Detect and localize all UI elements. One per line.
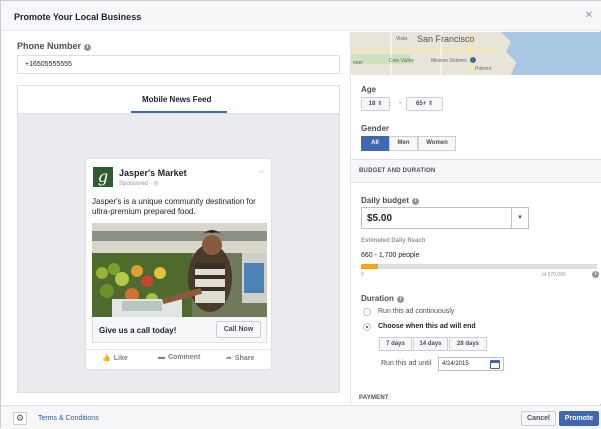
gender-all-button[interactable]: All xyxy=(361,136,389,151)
reach-bar-fill xyxy=(361,264,378,269)
cancel-button[interactable]: Cancel xyxy=(521,411,556,426)
globe-icon: ◎ xyxy=(153,181,159,187)
tab-mobile-news-feed[interactable]: Mobile News Feed xyxy=(142,95,211,104)
updown-icon: ⇕ xyxy=(427,101,433,107)
phone-number-input[interactable]: +16505555555 xyxy=(17,55,340,74)
run-until-label: Run this ad until xyxy=(381,360,432,367)
age-max-value: 65+ xyxy=(416,101,427,107)
terms-link[interactable]: Terms & Conditions xyxy=(38,415,99,422)
reach-min: 0 xyxy=(361,272,364,278)
gender-label: Gender xyxy=(361,124,390,133)
gear-icon[interactable]: ⚙ xyxy=(13,412,27,425)
duration-label: Duration i xyxy=(361,294,404,303)
age-range-dash: - xyxy=(399,100,402,107)
map-label-vista: Vista xyxy=(396,36,407,42)
comment-label: Comment xyxy=(168,354,201,361)
cta-text: Give us a call today! xyxy=(99,326,177,335)
ad-card: g Jasper's Market Sponsored · ◎ ⌵ Jasper… xyxy=(85,158,272,370)
estimated-reach-value: 660 - 1,700 people xyxy=(361,252,420,259)
dialog-title: Promote Your Local Business xyxy=(14,12,142,22)
sponsored-text: Sponsored · xyxy=(119,181,154,187)
map-label-city: San Francisco xyxy=(417,34,475,44)
reach-bar xyxy=(361,264,597,269)
days-7-button[interactable]: 7 days xyxy=(379,337,412,351)
ad-photo xyxy=(92,223,267,317)
info-icon[interactable]: i xyxy=(396,296,404,303)
age-max-select[interactable]: 65+ ⇕ xyxy=(406,97,443,111)
daily-budget-label-text: Daily budget xyxy=(361,196,410,205)
budget-section-title: BUDGET AND DURATION xyxy=(359,168,436,174)
info-icon[interactable]: i xyxy=(84,44,92,51)
active-tab-indicator xyxy=(131,111,227,113)
daily-budget-label: Daily budget i xyxy=(361,196,420,205)
map-label-cole-valley: Cole Valley xyxy=(389,58,414,64)
choose-end-radio[interactable] xyxy=(363,323,371,331)
days-14-button[interactable]: 14 days xyxy=(413,337,448,351)
ad-preview: Mobile News Feed g Jasper's Market Spons… xyxy=(17,85,340,393)
chevron-down-icon[interactable]: ⌵ xyxy=(259,168,264,176)
payment-section-header: PAYMENT xyxy=(359,395,389,401)
promote-button[interactable]: Promote xyxy=(559,411,599,426)
run-continuously-label[interactable]: Run this ad continuously xyxy=(378,308,454,315)
location-map[interactable]: Vista San Francisco Cole Valley Mission … xyxy=(351,32,601,75)
choose-end-label[interactable]: Choose when this ad will end xyxy=(378,323,476,330)
info-icon[interactable]: i xyxy=(412,198,420,205)
dialog-titlebar: Promote Your Local Business ✕ xyxy=(1,1,601,31)
page-logo: g xyxy=(93,167,113,187)
reach-max: of 370,000 xyxy=(542,272,566,278)
call-now-button[interactable]: Call Now xyxy=(216,321,261,338)
close-icon[interactable]: ✕ xyxy=(585,10,593,21)
phone-number-label-text: Phone Number xyxy=(17,41,82,51)
comment-icon: ▬ xyxy=(158,354,165,361)
ad-text: Jasper's is a unique community destinati… xyxy=(92,197,256,216)
preview-tabs: Mobile News Feed xyxy=(18,86,339,114)
map-label-potrero: Potrero xyxy=(475,66,492,72)
share-icon: ➦ xyxy=(226,355,232,362)
like-button[interactable]: 👍 Like xyxy=(102,354,128,362)
phone-number-label: Phone Number i xyxy=(17,41,92,51)
like-icon: 👍 xyxy=(102,355,111,362)
calendar-icon[interactable] xyxy=(490,360,500,369)
targeting-panel: Vista San Francisco Cole Valley Mission … xyxy=(350,32,601,404)
age-label: Age xyxy=(361,85,377,94)
share-button[interactable]: ➦ Share xyxy=(226,354,254,362)
comment-button[interactable]: ▬ Comment xyxy=(158,354,200,361)
days-28-button[interactable]: 28 days xyxy=(449,337,487,351)
cta-bar: Give us a call today! Call Now xyxy=(92,317,267,343)
gender-women-button[interactable]: Women xyxy=(418,136,456,151)
run-continuously-radio[interactable] xyxy=(363,308,371,316)
page-name[interactable]: Jasper's Market xyxy=(119,168,187,178)
updown-icon: ⇕ xyxy=(377,101,383,107)
info-icon[interactable]: i xyxy=(592,271,599,278)
like-label: Like xyxy=(113,355,128,362)
map-label-mission-dolores: Mission Dolores xyxy=(431,58,467,64)
map-illustration: Vista San Francisco Cole Valley Mission … xyxy=(351,32,601,75)
map-label-inner: nner xyxy=(353,60,363,66)
market-photo-illustration xyxy=(92,223,267,317)
ad-actions: 👍 Like ▬ Comment ➦ Share xyxy=(86,349,271,369)
chevron-down-icon[interactable]: ▾ xyxy=(511,207,529,229)
promote-dialog: Promote Your Local Business ✕ Phone Numb… xyxy=(0,0,601,429)
share-label: Share xyxy=(234,355,255,362)
dialog-footer: ⚙ Terms & Conditions Cancel Promote xyxy=(1,405,601,429)
daily-budget-input[interactable]: $5.00 xyxy=(361,207,529,229)
sponsored-label: Sponsored · ◎ xyxy=(119,180,159,187)
age-min-value: 18 xyxy=(368,101,376,107)
gender-men-button[interactable]: Men xyxy=(389,136,418,151)
estimated-reach-label: Estimated Daily Reach xyxy=(361,238,426,244)
duration-label-text: Duration xyxy=(361,294,394,303)
age-min-select[interactable]: 18 ⇕ xyxy=(361,97,390,111)
budget-section-header: BUDGET AND DURATION xyxy=(351,159,601,183)
